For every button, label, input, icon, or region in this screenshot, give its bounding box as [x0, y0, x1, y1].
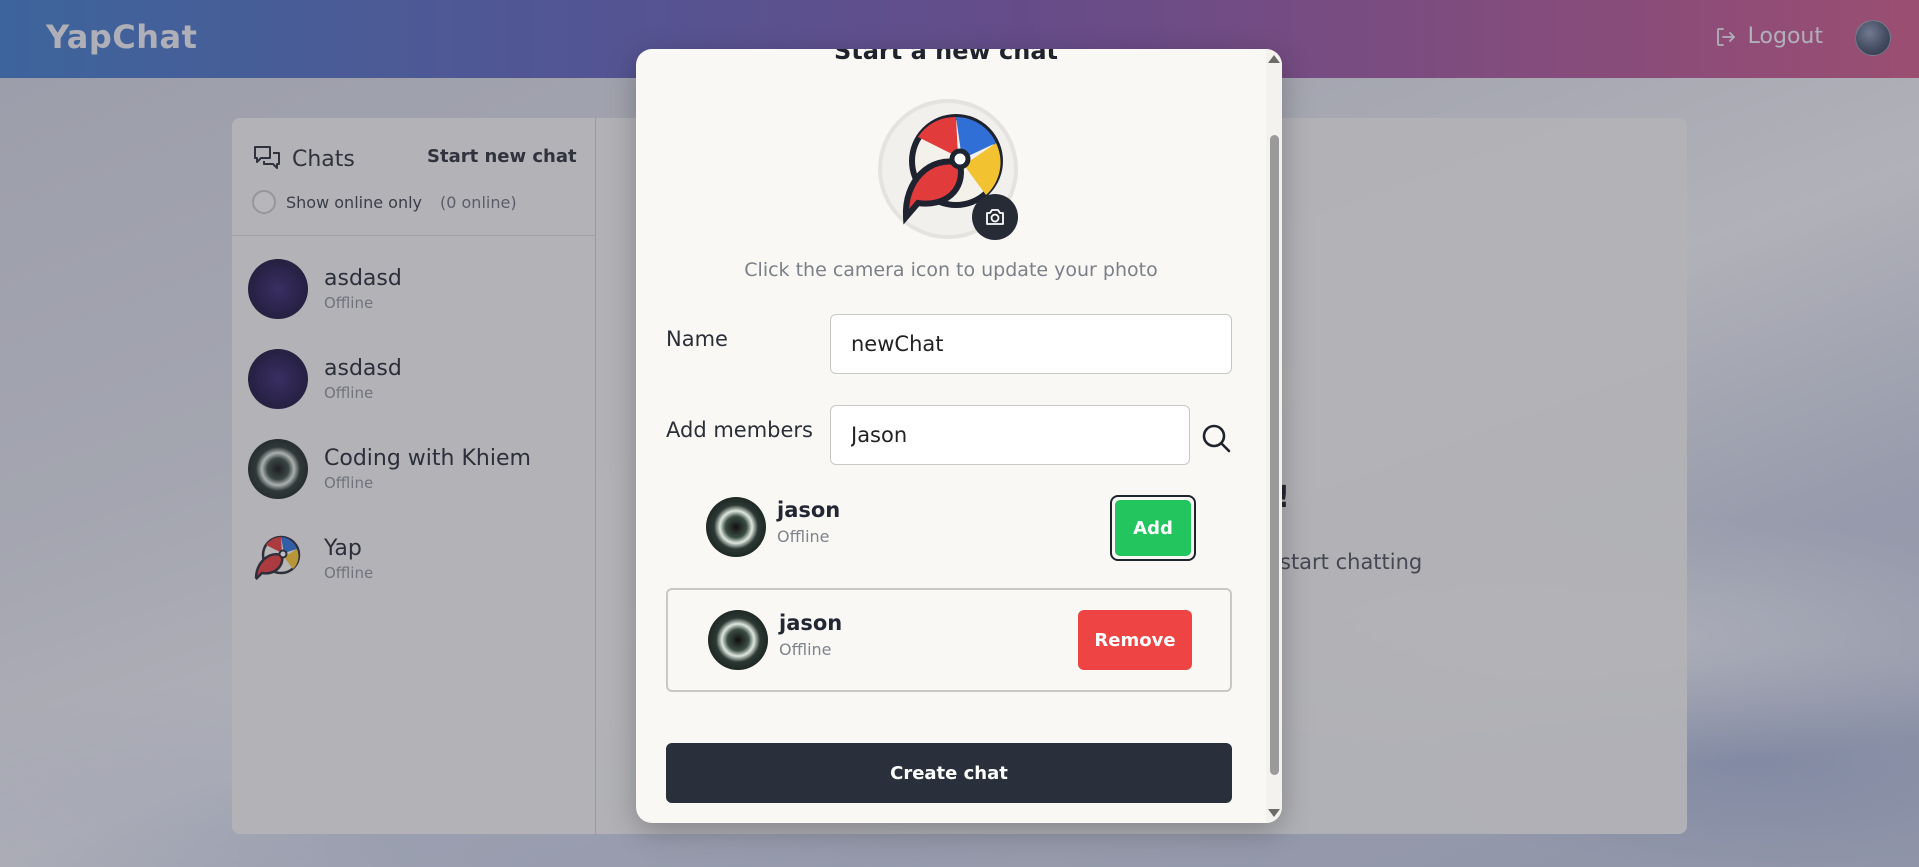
member-search-input[interactable] — [830, 405, 1190, 465]
selected-member-status: Offline — [779, 640, 832, 659]
search-button[interactable] — [1200, 422, 1232, 454]
remove-member-button[interactable]: Remove — [1078, 610, 1192, 670]
modal-title: Start a new chat — [833, 49, 1059, 65]
modal-scrollbar[interactable] — [1266, 49, 1282, 823]
search-icon — [1202, 424, 1231, 453]
selected-member-name: jason — [779, 611, 843, 635]
scroll-down-arrow[interactable] — [1268, 809, 1280, 817]
selected-member-avatar — [708, 610, 768, 670]
add-member-button[interactable]: Add — [1110, 495, 1196, 561]
search-result-avatar — [706, 497, 766, 557]
selected-members-list: jason Offline Remove — [666, 588, 1232, 692]
photo-hint: Click the camera icon to update your pho… — [744, 259, 1158, 281]
scroll-up-arrow[interactable] — [1268, 55, 1280, 63]
camera-button[interactable] — [972, 194, 1018, 240]
search-result-status: Offline — [777, 527, 830, 546]
new-chat-modal: Start a new chat Click the camera icon t… — [636, 49, 1282, 823]
name-label: Name — [666, 327, 728, 351]
search-result-name: jason — [777, 498, 841, 522]
scroll-thumb[interactable] — [1270, 135, 1279, 775]
camera-icon — [986, 209, 1004, 225]
add-members-label: Add members — [666, 418, 813, 442]
create-chat-button[interactable]: Create chat — [666, 743, 1232, 803]
chat-name-input[interactable] — [830, 314, 1232, 374]
add-member-label[interactable]: Add — [1115, 500, 1191, 556]
